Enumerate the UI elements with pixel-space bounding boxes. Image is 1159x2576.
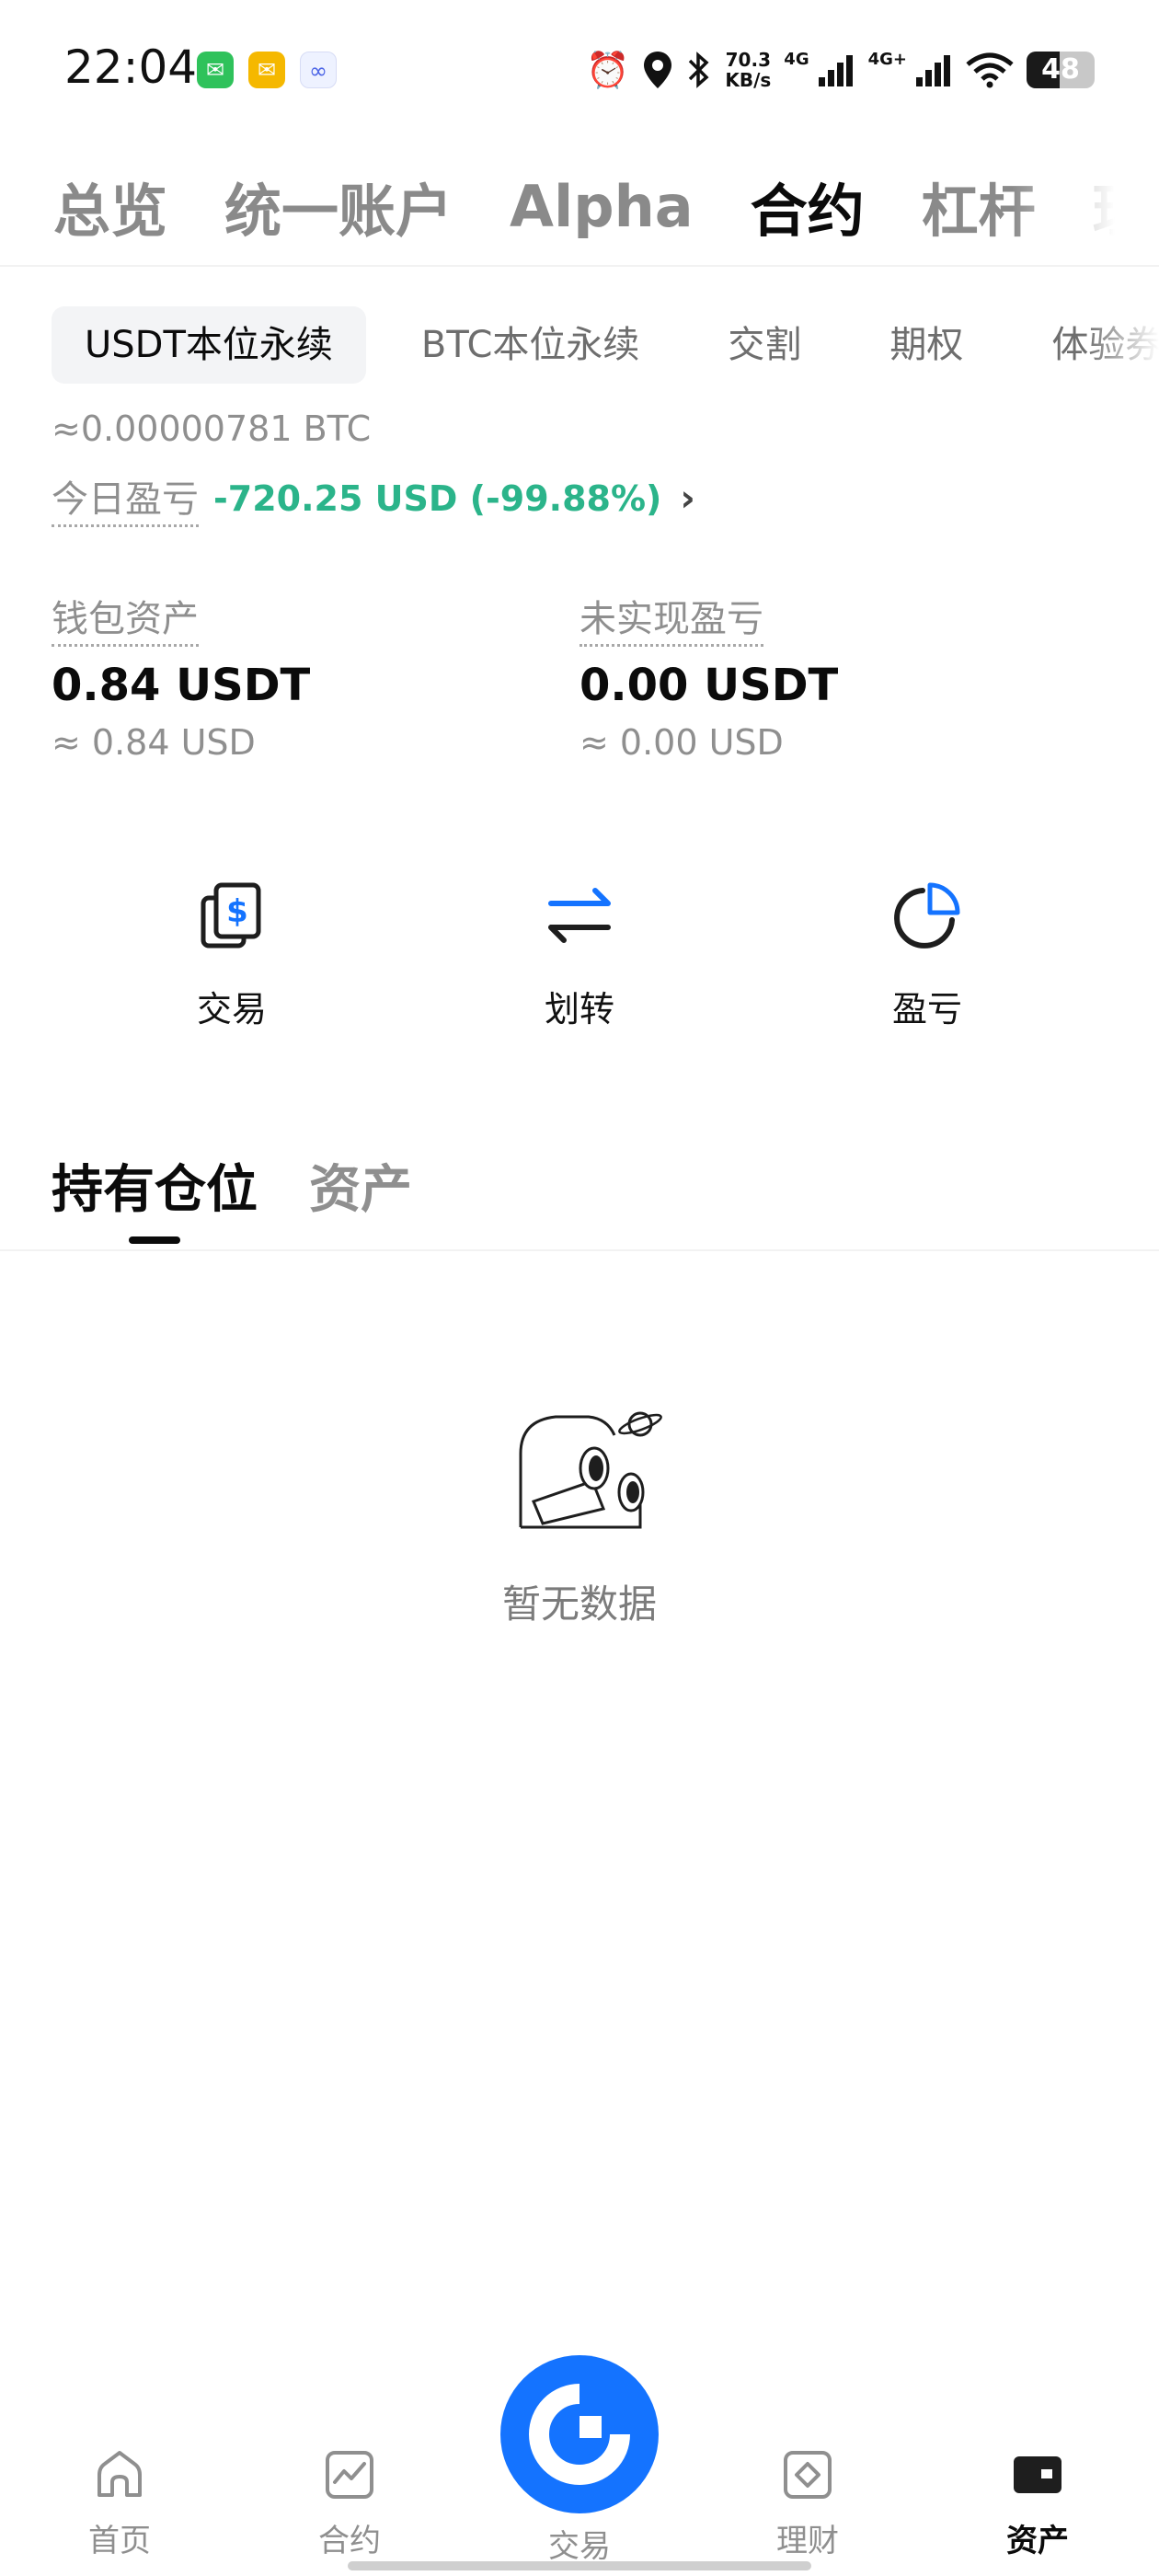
tab-holdings[interactable]: 持有仓位: [52, 1148, 258, 1223]
home-indicator[interactable]: [348, 2561, 811, 2570]
status-time: 22:04: [64, 40, 198, 94]
wechat-notification-icon: ✉: [197, 52, 234, 88]
unrealized-pnl-label[interactable]: 未实现盈亏: [580, 589, 763, 647]
trade-action-button[interactable]: $ 交易: [140, 874, 324, 1031]
quick-actions: $ 交易 划转 盈亏: [0, 874, 1159, 1040]
wallet-assets: 钱包资产 0.84 USDT ≈ 0.84 USD: [52, 589, 310, 763]
bottom-nav-assets[interactable]: 资产: [973, 2447, 1102, 2560]
unrealized-pnl: 未实现盈亏 0.00 USDT ≈ 0.00 USD: [580, 589, 838, 763]
unrealized-pnl-usd: ≈ 0.00 USD: [580, 722, 784, 763]
network-speed: 70.3 KB/s: [725, 49, 772, 91]
battery-indicator: 48: [1027, 52, 1095, 88]
top-nav: 总览 统一账户 Alpha 合约 杠杆 理: [0, 147, 1159, 267]
trade-action-label: 交易: [196, 989, 267, 1029]
active-tab-underline: [129, 1236, 180, 1244]
today-pnl-value: -720.25 USD (-99.88%): [213, 477, 662, 519]
btc-equivalent: ≈0.00000781 BTC: [52, 408, 372, 449]
transfer-action-label: 划转: [544, 989, 614, 1029]
top-tab-futures[interactable]: 合约: [751, 165, 865, 247]
transfer-action-button[interactable]: 划转: [488, 874, 671, 1031]
signal-label-2: 4G+: [867, 49, 907, 69]
sub-tab-btc-perpetual[interactable]: BTC本位永续: [388, 306, 672, 384]
sub-tab-usdt-perpetual[interactable]: USDT本位永续: [52, 306, 366, 384]
pie-chart-icon: [894, 882, 960, 949]
bottom-nav-earn[interactable]: 理财: [743, 2447, 872, 2560]
infinity-notification-icon: ∞: [300, 52, 337, 88]
status-indicators: ⏰ 70.3 KB/s 4G 4G+ 48: [586, 44, 1095, 96]
cell-signal-icon-2: [916, 55, 950, 86]
wallet-assets-value: 0.84 USDT: [52, 660, 311, 711]
top-tab-unified-account[interactable]: 统一账户: [224, 165, 453, 247]
top-tab-alpha[interactable]: Alpha: [510, 173, 694, 240]
position-tabs: 持有仓位 资产: [0, 1141, 1159, 1251]
svg-text:$: $: [226, 893, 248, 930]
today-pnl-label[interactable]: 今日盈亏: [52, 469, 199, 527]
unrealized-pnl-value: 0.00 USDT: [580, 660, 839, 711]
status-bar: 22:04 ✉ ✉ ∞ ⏰ 70.3 KB/s 4G 4G+ 48: [0, 0, 1159, 138]
wallet-assets-label[interactable]: 钱包资产: [52, 589, 199, 647]
binoculars-planet-icon: [519, 1411, 662, 1529]
sub-tabs: USDT本位永续 BTC本位永续 交割 期权 体验券: [0, 305, 1159, 385]
home-icon: [98, 2451, 142, 2497]
alarm-icon: ⏰: [586, 50, 630, 90]
bluetooth-icon: [689, 52, 709, 88]
top-nav-fade: [1012, 147, 1159, 265]
bottom-nav-futures-label: 合约: [318, 2523, 381, 2559]
tab-assets[interactable]: 资产: [309, 1148, 412, 1223]
top-tab-overview[interactable]: 总览: [53, 165, 167, 247]
sub-tab-options[interactable]: 期权: [856, 306, 996, 384]
bottom-nav-home-label: 首页: [88, 2523, 151, 2559]
bottom-nav-trade-label: 交易: [548, 2528, 611, 2565]
bottom-nav-earn-label: 理财: [776, 2523, 839, 2559]
bottom-nav-assets-label: 资产: [1006, 2523, 1069, 2559]
empty-state-text: 暂无数据: [501, 1581, 657, 1627]
sub-tab-delivery[interactable]: 交割: [694, 306, 834, 384]
location-icon: [644, 52, 672, 88]
sub-tabs-fade: [1085, 305, 1159, 385]
bottom-nav-home[interactable]: 首页: [55, 2447, 184, 2560]
earn-diamond-icon: [784, 2451, 832, 2499]
wifi-icon: [966, 52, 1014, 88]
mail-notification-icon: ✉: [248, 52, 285, 88]
cell-signal-icon: [818, 55, 853, 86]
chevron-right-icon[interactable]: ›: [680, 477, 694, 520]
pnl-action-label: 盈亏: [891, 989, 962, 1029]
futures-chart-icon: [326, 2451, 373, 2499]
transfer-arrows-icon: [548, 888, 611, 943]
bottom-nav-futures[interactable]: 合约: [285, 2447, 414, 2560]
trade-dollar-icon: $: [201, 882, 261, 949]
wallet-assets-usd: ≈ 0.84 USD: [52, 722, 256, 763]
bottom-nav: 首页 合约 交易 理财 资产: [0, 2420, 1159, 2576]
signal-label-1: 4G: [784, 49, 809, 69]
today-pnl-row[interactable]: 今日盈亏 -720.25 USD (-99.88%) ›: [52, 469, 695, 527]
pnl-action-button[interactable]: 盈亏: [835, 874, 1019, 1031]
wallet-icon: [1014, 2456, 1061, 2493]
bottom-nav-trade[interactable]: 交易: [515, 2447, 644, 2566]
